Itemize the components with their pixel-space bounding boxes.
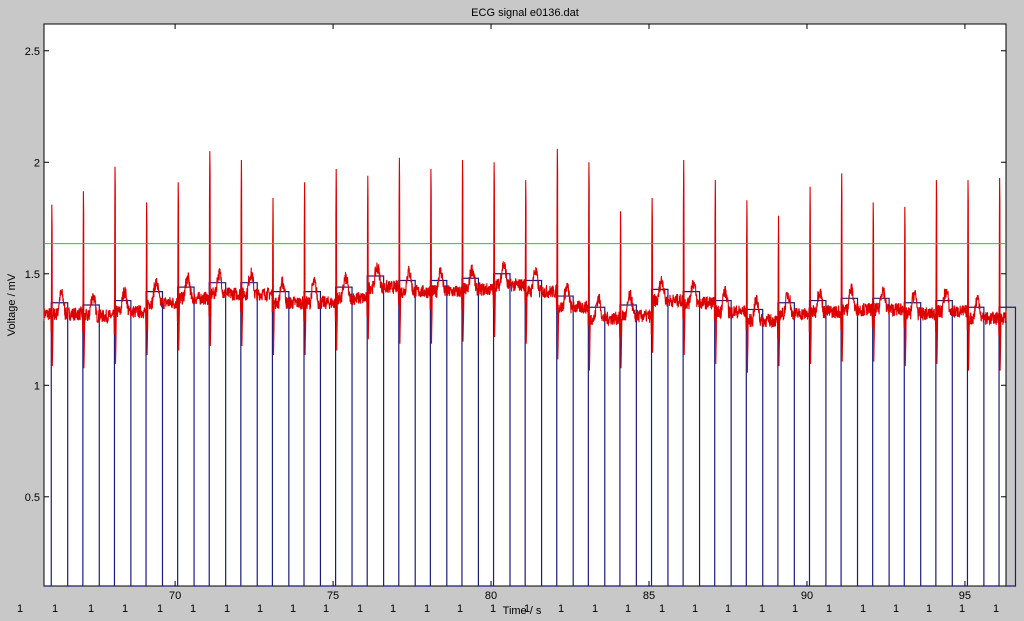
- beat-label: 1: [659, 603, 665, 615]
- y-tick-label: 1.5: [25, 269, 40, 281]
- beat-label: 1: [17, 603, 23, 615]
- beat-label: 1: [926, 603, 932, 615]
- beat-label: 1: [625, 603, 631, 615]
- y-tick-label: 2: [34, 157, 40, 169]
- beat-label: 1: [323, 603, 329, 615]
- beat-label: 1: [692, 603, 698, 615]
- beat-label: 1: [52, 603, 58, 615]
- beat-label: 1: [390, 603, 396, 615]
- x-tick-label: 95: [959, 590, 971, 602]
- beat-label: 1: [759, 603, 765, 615]
- y-tick-label: 2.5: [25, 46, 40, 58]
- beat-label: 1: [290, 603, 296, 615]
- beat-label: 1: [592, 603, 598, 615]
- x-tick-label: 70: [169, 590, 181, 602]
- beat-label: 1: [558, 603, 564, 615]
- beat-label: 1: [457, 603, 463, 615]
- beat-label: 1: [792, 603, 798, 615]
- x-axis-label: Time / s: [503, 605, 542, 617]
- y-tick-label: 1: [34, 380, 40, 392]
- beat-label: 1: [725, 603, 731, 615]
- beat-label: 1: [893, 603, 899, 615]
- beat-label: 1: [490, 603, 496, 615]
- x-tick-label: 90: [801, 590, 813, 602]
- beat-label: 1: [993, 603, 999, 615]
- beat-label: 1: [88, 603, 94, 615]
- beat-label: 1: [122, 603, 128, 615]
- ecg-figure: ECG signal e0136.dat Voltage / mV Time /…: [6, 7, 1017, 617]
- beat-label: 1: [357, 603, 363, 615]
- beat-label: 1: [424, 603, 430, 615]
- x-tick-label: 85: [643, 590, 655, 602]
- beat-label: 1: [826, 603, 832, 615]
- chart-title: ECG signal e0136.dat: [471, 7, 579, 19]
- y-axis-label: Voltage / mV: [6, 273, 18, 336]
- beat-label: 1: [860, 603, 866, 615]
- beat-label: 1: [257, 603, 263, 615]
- beat-label: 1: [157, 603, 163, 615]
- beat-label: 1: [524, 603, 530, 615]
- x-tick-label: 75: [327, 590, 339, 602]
- y-tick-label: 0.5: [25, 492, 40, 504]
- beat-label: 1: [959, 603, 965, 615]
- beat-label: 1: [224, 603, 230, 615]
- beat-label: 1: [190, 603, 196, 615]
- x-tick-label: 80: [485, 590, 497, 602]
